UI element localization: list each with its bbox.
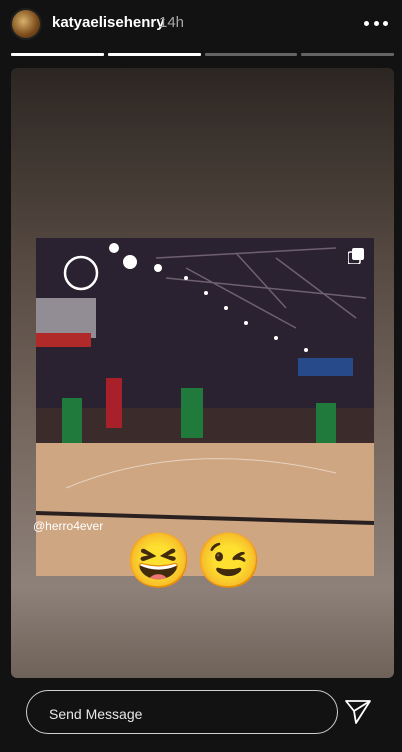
reply-bar[interactable] (26, 690, 338, 734)
send-message-input[interactable] (47, 702, 311, 726)
username[interactable]: katyaelisehenry (52, 14, 165, 31)
progress-segment (301, 53, 394, 56)
laughing-emoji: 😆 (125, 531, 193, 591)
progress-segment (107, 53, 201, 56)
paper-plane-icon[interactable] (344, 699, 372, 725)
avatar[interactable] (10, 8, 42, 40)
progress-segment (11, 53, 104, 56)
more-options-icon[interactable] (364, 14, 388, 32)
story-header: katyaelisehenry 14h (0, 0, 402, 48)
timestamp: 14h (159, 14, 185, 31)
progress-segment (204, 53, 298, 56)
carousel-icon (348, 248, 364, 264)
mention-caption[interactable]: @herro4ever (33, 519, 103, 533)
emoji-stickers: 😆 😉 (125, 530, 263, 592)
story-progress (11, 53, 394, 56)
winking-emoji: 😉 (195, 531, 263, 591)
